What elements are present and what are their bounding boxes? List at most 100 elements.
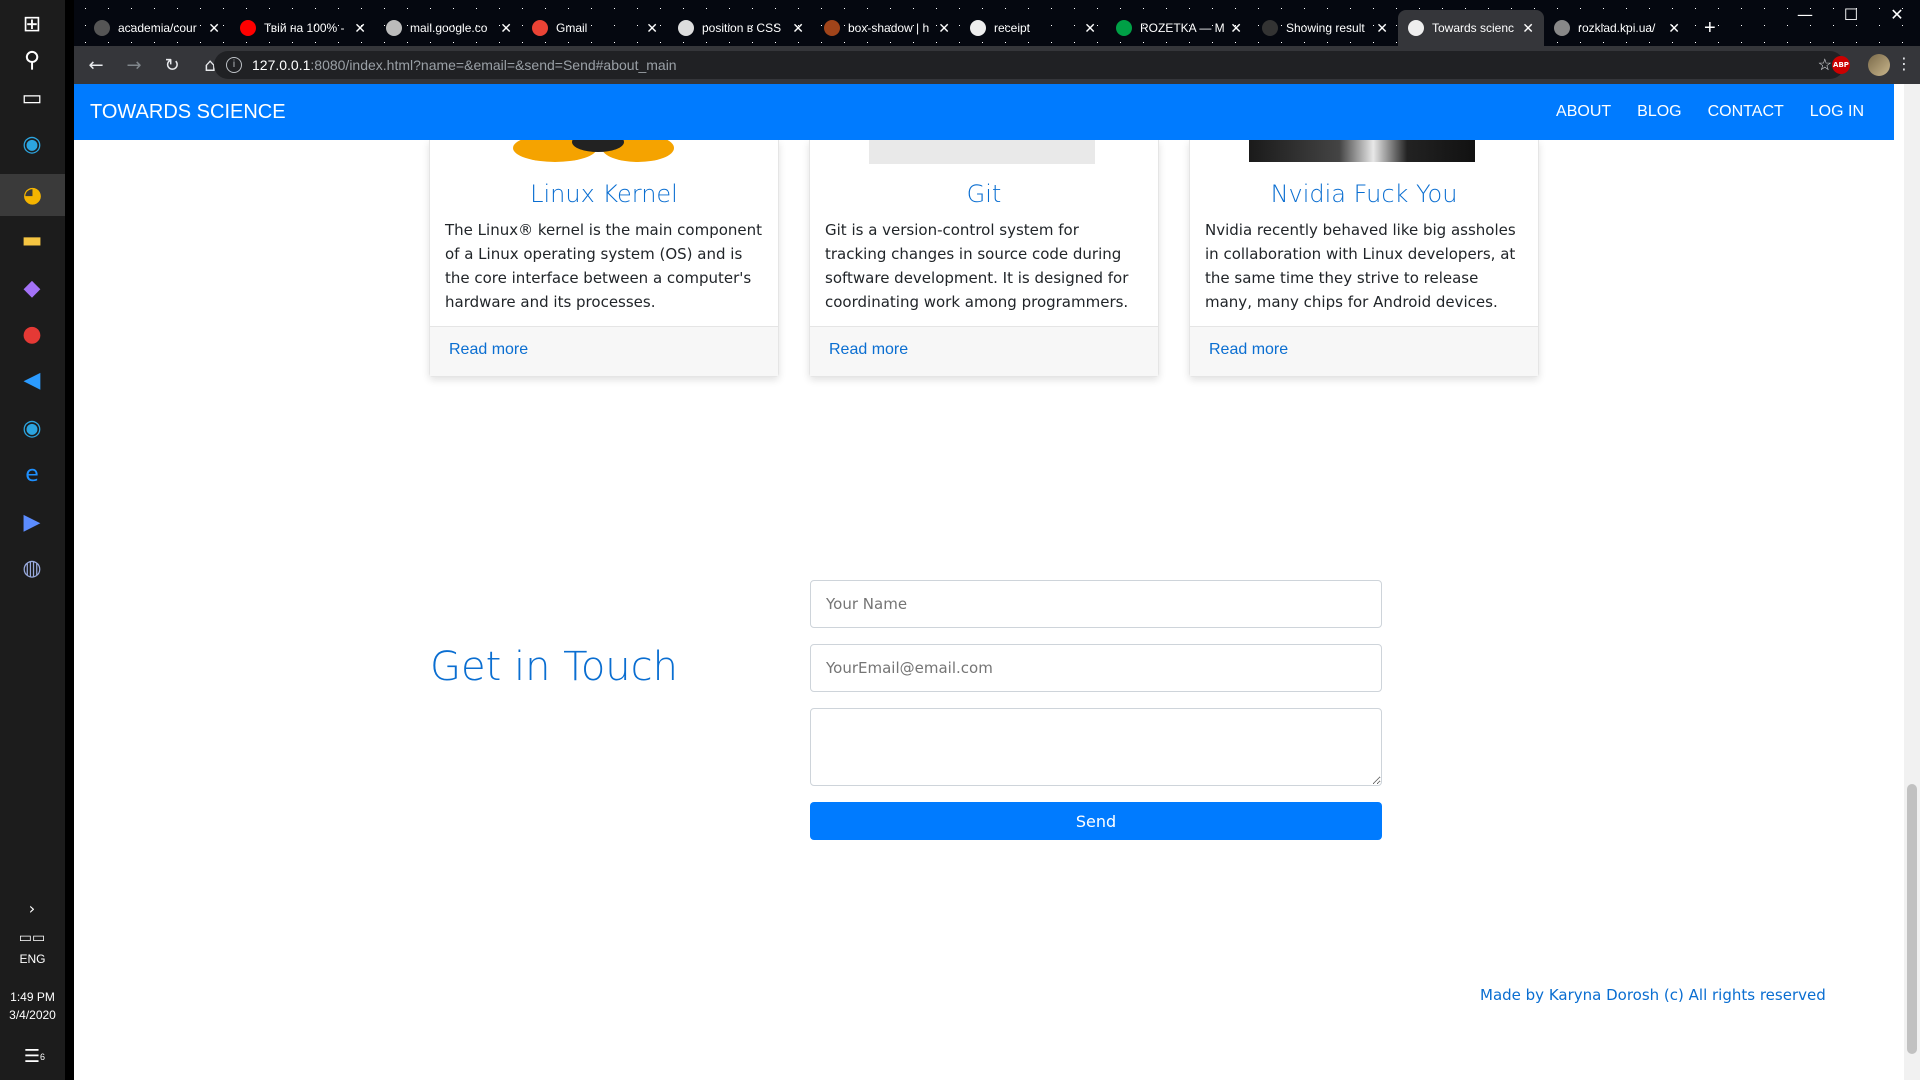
card-image-tux (430, 140, 778, 168)
tab-title: Showing result (1286, 21, 1365, 35)
tab-title: rozklad.kpi.ua/ (1578, 21, 1656, 35)
read-more-link[interactable]: Read more (449, 341, 528, 358)
edge-icon[interactable]: e (14, 456, 50, 492)
nvidia-image (1249, 140, 1475, 162)
card-text: The Linux® kernel is the main component … (445, 221, 763, 311)
tab[interactable]: academia/cour ✕ (84, 10, 230, 46)
tab-active[interactable]: Towards scienc ✕ (1398, 10, 1544, 46)
search-icon[interactable]: ⚲ (14, 42, 50, 78)
site-brand[interactable]: TOWARDS SCIENCE (90, 101, 286, 124)
clock-date[interactable]: 3/4/2020 (0, 1008, 65, 1022)
tab[interactable]: Showing result ✕ (1252, 10, 1398, 46)
tab-favicon (970, 20, 986, 36)
nav-link-blog[interactable]: BLOG (1637, 103, 1681, 121)
chrome-icon[interactable]: ◕ (0, 174, 65, 216)
tab-title: Твій на 100% - (264, 21, 345, 35)
site-navbar: TOWARDS SCIENCE ABOUT BLOG CONTACT LOG I… (74, 84, 1894, 140)
tab[interactable]: mail.google.co ✕ (376, 10, 522, 46)
close-icon[interactable]: ✕ (500, 20, 512, 37)
new-tab-button[interactable]: + (1694, 10, 1734, 46)
tab-favicon (1408, 20, 1424, 36)
tab[interactable]: position в CSS ✕ (668, 10, 814, 46)
nav-link-contact[interactable]: CONTACT (1708, 103, 1784, 121)
visual-studio-icon[interactable]: ◆ (14, 270, 50, 306)
contact-heading: Get in Touch (430, 644, 678, 690)
tab[interactable]: ROZETKA — M ✕ (1106, 10, 1252, 46)
email-input[interactable] (810, 644, 1382, 692)
system-tray-icon[interactable]: ▭▭ (14, 920, 50, 956)
browser-window: academia/cour ✕ Твій на 100% - ✕ mail.goog… (74, 0, 1920, 1080)
send-button[interactable]: Send (810, 802, 1382, 840)
tab-favicon (386, 20, 402, 36)
app-icon[interactable]: ◍ (14, 550, 50, 586)
notification-count: 6 (39, 1052, 45, 1062)
card-text: Nvidia recently behaved like big asshole… (1205, 221, 1516, 311)
blog-card: Git Git is a version-control system for … (809, 140, 1159, 377)
windows-taskbar: ⊞ ⚲ ▭ ◉ ◕ ▬ ◆ ● ◀ ◉ e ▶ ◍ › ▭▭ ENG 1:49 … (0, 0, 65, 1080)
close-icon[interactable]: ✕ (792, 20, 804, 37)
blog-card: Linux Kernel The Linux® kernel is the ma… (429, 140, 779, 377)
tab[interactable]: Gmail ✕ (522, 10, 668, 46)
read-more-link[interactable]: Read more (1209, 341, 1288, 358)
telegram-icon[interactable]: ◉ (14, 126, 50, 162)
back-arrow-icon[interactable]: ← (80, 55, 112, 76)
language-indicator[interactable]: ENG (0, 952, 65, 966)
close-icon[interactable]: ✕ (1084, 20, 1096, 37)
tab-favicon (240, 20, 256, 36)
nav-link-about[interactable]: ABOUT (1556, 103, 1611, 121)
close-icon[interactable]: ✕ (208, 20, 220, 37)
clock-time[interactable]: 1:49 PM (0, 990, 65, 1004)
file-explorer-icon[interactable]: ▬ (14, 222, 50, 258)
card-title: Git (966, 180, 1002, 208)
scrollbar-thumb[interactable] (1907, 784, 1917, 1054)
web-page: TOWARDS SCIENCE ABOUT BLOG CONTACT LOG I… (74, 84, 1920, 1080)
close-icon[interactable]: ✕ (1668, 20, 1680, 37)
profile-avatar[interactable] (1868, 54, 1890, 76)
url-host: 127.0.0.1 (252, 57, 311, 73)
minimize-icon[interactable]: — (1782, 0, 1828, 30)
forward-arrow-icon[interactable]: → (118, 55, 150, 76)
vscode-icon[interactable]: ◀ (14, 362, 50, 398)
close-icon[interactable]: ✕ (646, 20, 658, 37)
tux-feet-image (513, 140, 674, 162)
close-icon[interactable]: ✕ (1522, 20, 1534, 37)
close-icon[interactable]: ✕ (354, 20, 366, 37)
window-controls: — ☐ ✕ (1782, 0, 1920, 30)
close-icon[interactable]: ✕ (1376, 20, 1388, 37)
close-icon[interactable]: ✕ (938, 20, 950, 37)
menu-kebab-icon[interactable]: ⋮ (1896, 54, 1912, 73)
info-icon[interactable]: i (226, 57, 242, 73)
tab-title: mail.google.co (410, 21, 488, 35)
name-input[interactable] (810, 580, 1382, 628)
nav-link-login[interactable]: LOG IN (1810, 103, 1864, 121)
footer-credit: Made by Karyna Dorosh (c) All rights res… (1480, 986, 1826, 1004)
tab-favicon (678, 20, 694, 36)
tab-favicon (1116, 20, 1132, 36)
card-footer: Read more (810, 326, 1158, 376)
page-scrollbar[interactable] (1904, 84, 1920, 1080)
read-more-link[interactable]: Read more (829, 341, 908, 358)
git-image (869, 140, 1095, 164)
telegram-badge-icon[interactable]: ◉ (14, 410, 50, 446)
tab[interactable]: box-shadow | h ✕ (814, 10, 960, 46)
address-bar[interactable]: i 127.0.0.1 :8080/index.html?name=&email… (214, 51, 1844, 79)
windows-start-icon[interactable]: ⊞ (14, 6, 50, 42)
powershell-icon[interactable]: ▶ (14, 504, 50, 540)
close-window-icon[interactable]: ✕ (1874, 0, 1920, 30)
tab[interactable]: Твій на 100% - ✕ (230, 10, 376, 46)
card-footer: Read more (1190, 326, 1538, 376)
tab[interactable]: receipt ✕ (960, 10, 1106, 46)
browser-toolbar: ← → ↻ ⌂ i 127.0.0.1 :8080/index.html?nam… (74, 46, 1920, 84)
task-view-icon[interactable]: ▭ (14, 80, 50, 116)
message-textarea[interactable] (810, 708, 1382, 786)
close-icon[interactable]: ✕ (1230, 20, 1242, 37)
tab-favicon (1554, 20, 1570, 36)
adblock-extension-icon[interactable]: ABP (1832, 56, 1850, 74)
bookmark-star-icon[interactable]: ☆ (1818, 55, 1832, 75)
tab-title: Gmail (556, 21, 588, 35)
reload-icon[interactable]: ↻ (156, 55, 188, 76)
url-path: :8080/index.html?name=&email=&send=Send#… (310, 57, 677, 73)
tab[interactable]: rozklad.kpi.ua/ ✕ (1544, 10, 1690, 46)
maximize-icon[interactable]: ☐ (1828, 0, 1874, 30)
media-player-icon[interactable]: ● (14, 316, 50, 352)
